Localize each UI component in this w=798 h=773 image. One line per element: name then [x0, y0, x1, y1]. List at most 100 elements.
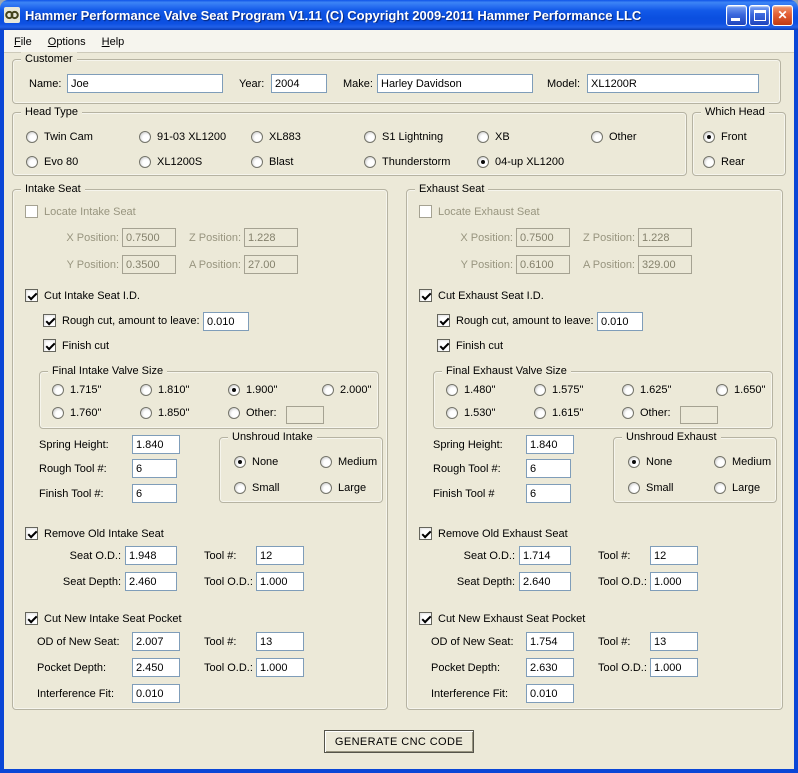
- radio-icon[interactable]: [703, 156, 715, 168]
- radio-icon[interactable]: [534, 384, 546, 396]
- close-button[interactable]: ✕: [772, 4, 793, 26]
- intake-valve-other-radio[interactable]: Other:: [228, 407, 277, 419]
- radio-icon[interactable]: [703, 131, 715, 143]
- cut-new-intake-pocket-row[interactable]: Cut New Intake Seat Pocket: [25, 612, 182, 625]
- exhaust-unshroud-none-radio[interactable]: None: [628, 456, 672, 468]
- radio-thunderstorm[interactable]: Thunderstorm: [364, 156, 450, 168]
- intake-pocket-tool-input[interactable]: [256, 632, 304, 651]
- exhaust-pocket-tool-input[interactable]: [650, 632, 698, 651]
- cut-intake-seat-id-row[interactable]: Cut Intake Seat I.D.: [25, 289, 140, 302]
- intake-remove-tool-input[interactable]: [256, 546, 304, 565]
- intake-pocket-tool-od-input[interactable]: [256, 658, 304, 677]
- title-bar[interactable]: Hammer Performance Valve Seat Program V1…: [0, 0, 798, 30]
- exhaust-finish-cut-checkbox[interactable]: [437, 339, 450, 352]
- intake-finish-cut-checkbox[interactable]: [43, 339, 56, 352]
- exhaust-rough-cut-checkbox[interactable]: [437, 314, 450, 327]
- cut-exhaust-seat-id-row[interactable]: Cut Exhaust Seat I.D.: [419, 289, 544, 302]
- exhaust-rough-tool-input[interactable]: [526, 459, 571, 478]
- intake-pocket-depth-input[interactable]: [132, 658, 180, 677]
- exhaust-valve-1625-radio[interactable]: 1.625": [622, 384, 671, 396]
- radio-icon[interactable]: [139, 156, 151, 168]
- radio-xl1200s[interactable]: XL1200S: [139, 156, 202, 168]
- radio-xb[interactable]: XB: [477, 131, 510, 143]
- intake-rough-cut-input[interactable]: [203, 312, 249, 331]
- radio-front-head[interactable]: Front: [703, 131, 747, 143]
- radio-icon[interactable]: [628, 482, 640, 494]
- model-input[interactable]: [587, 74, 759, 93]
- intake-unshroud-medium-radio[interactable]: Medium: [320, 456, 377, 468]
- minimize-button[interactable]: [726, 4, 747, 26]
- cut-exhaust-seat-id-checkbox[interactable]: [419, 289, 432, 302]
- exhaust-valve-1650-radio[interactable]: 1.650": [716, 384, 765, 396]
- radio-91-03-xl1200[interactable]: 91-03 XL1200: [139, 131, 226, 143]
- radio-icon[interactable]: [234, 482, 246, 494]
- radio-evo-80[interactable]: Evo 80: [26, 156, 78, 168]
- exhaust-seat-od-input[interactable]: [519, 546, 571, 565]
- radio-icon[interactable]: [622, 384, 634, 396]
- exhaust-valve-1530-radio[interactable]: 1.530": [446, 407, 495, 419]
- radio-icon[interactable]: [251, 156, 263, 168]
- exhaust-valve-1615-radio[interactable]: 1.615": [534, 407, 583, 419]
- radio-icon[interactable]: [320, 456, 332, 468]
- radio-icon[interactable]: [622, 407, 634, 419]
- cut-new-exhaust-pocket-checkbox[interactable]: [419, 612, 432, 625]
- exhaust-unshroud-medium-radio[interactable]: Medium: [714, 456, 771, 468]
- intake-seat-od-input[interactable]: [125, 546, 177, 565]
- name-input[interactable]: [67, 74, 223, 93]
- radio-s1-lightning[interactable]: S1 Lightning: [364, 131, 443, 143]
- remove-old-intake-seat-row[interactable]: Remove Old Intake Seat: [25, 527, 164, 540]
- radio-04-up-xl1200[interactable]: 04-up XL1200: [477, 156, 564, 168]
- menu-help[interactable]: Help: [94, 32, 133, 51]
- radio-icon[interactable]: [52, 384, 64, 396]
- exhaust-od-new-seat-input[interactable]: [526, 632, 574, 651]
- generate-cnc-code-button[interactable]: GENERATE CNC CODE: [324, 730, 474, 753]
- radio-xl883[interactable]: XL883: [251, 131, 301, 143]
- radio-icon[interactable]: [446, 407, 458, 419]
- radio-icon[interactable]: [26, 131, 38, 143]
- radio-icon[interactable]: [228, 384, 240, 396]
- exhaust-seat-depth-input[interactable]: [519, 572, 571, 591]
- menu-options[interactable]: Options: [40, 32, 94, 51]
- intake-spring-height-input[interactable]: [132, 435, 180, 454]
- intake-valve-1810-radio[interactable]: 1.810": [140, 384, 189, 396]
- exhaust-remove-tool-input[interactable]: [650, 546, 698, 565]
- radio-icon[interactable]: [714, 456, 726, 468]
- cut-intake-seat-id-checkbox[interactable]: [25, 289, 38, 302]
- maximize-button[interactable]: [749, 4, 770, 26]
- radio-icon[interactable]: [251, 131, 263, 143]
- remove-old-exhaust-seat-checkbox[interactable]: [419, 527, 432, 540]
- intake-rough-cut-checkbox[interactable]: [43, 314, 56, 327]
- intake-unshroud-large-radio[interactable]: Large: [320, 482, 366, 494]
- radio-twin-cam[interactable]: Twin Cam: [26, 131, 93, 143]
- radio-icon[interactable]: [628, 456, 640, 468]
- intake-finish-cut-row[interactable]: Finish cut: [43, 339, 109, 352]
- radio-icon[interactable]: [140, 407, 152, 419]
- radio-icon[interactable]: [716, 384, 728, 396]
- intake-valve-1715-radio[interactable]: 1.715": [52, 384, 101, 396]
- remove-old-exhaust-seat-row[interactable]: Remove Old Exhaust Seat: [419, 527, 568, 540]
- exhaust-rough-cut-input[interactable]: [597, 312, 643, 331]
- cut-new-intake-pocket-checkbox[interactable]: [25, 612, 38, 625]
- intake-finish-tool-input[interactable]: [132, 484, 177, 503]
- remove-old-intake-seat-checkbox[interactable]: [25, 527, 38, 540]
- radio-icon[interactable]: [446, 384, 458, 396]
- year-input[interactable]: [271, 74, 327, 93]
- exhaust-finish-cut-row[interactable]: Finish cut: [437, 339, 503, 352]
- intake-valve-1850-radio[interactable]: 1.850": [140, 407, 189, 419]
- intake-rough-tool-input[interactable]: [132, 459, 177, 478]
- menu-file[interactable]: File: [6, 32, 40, 51]
- cut-new-exhaust-pocket-row[interactable]: Cut New Exhaust Seat Pocket: [419, 612, 585, 625]
- radio-icon[interactable]: [320, 482, 332, 494]
- radio-icon[interactable]: [364, 156, 376, 168]
- radio-icon[interactable]: [322, 384, 334, 396]
- radio-icon[interactable]: [364, 131, 376, 143]
- radio-icon[interactable]: [714, 482, 726, 494]
- radio-blast[interactable]: Blast: [251, 156, 293, 168]
- intake-valve-1760-radio[interactable]: 1.760": [52, 407, 101, 419]
- radio-icon[interactable]: [234, 456, 246, 468]
- intake-rough-cut-row[interactable]: Rough cut, amount to leave:: [43, 314, 200, 327]
- exhaust-unshroud-small-radio[interactable]: Small: [628, 482, 674, 494]
- radio-icon[interactable]: [139, 131, 151, 143]
- exhaust-spring-height-input[interactable]: [526, 435, 574, 454]
- exhaust-unshroud-large-radio[interactable]: Large: [714, 482, 760, 494]
